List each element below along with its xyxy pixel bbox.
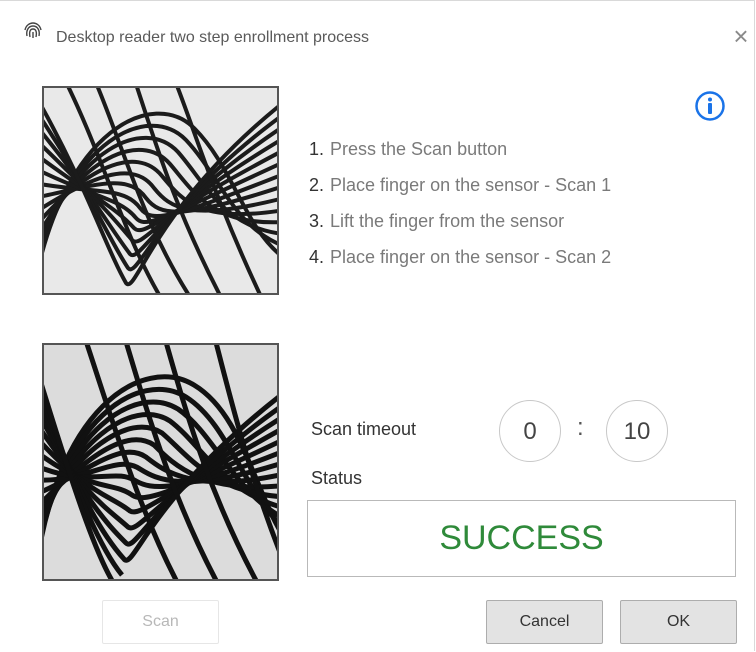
title-bar: Desktop reader two step enrollment proce… — [0, 1, 754, 61]
cancel-button[interactable]: Cancel — [486, 600, 603, 644]
window-title: Desktop reader two step enrollment proce… — [56, 29, 370, 46]
fingerprint-scan-1 — [42, 86, 279, 295]
timeout-minutes: 0 — [499, 400, 561, 462]
instruction-step: 3. Lift the finger from the sensor — [309, 211, 565, 231]
instruction-step: 2. Place finger on the sensor - Scan 1 — [309, 175, 612, 195]
close-icon[interactable]: × — [731, 23, 751, 49]
status-label: Status — [311, 468, 363, 488]
instruction-step: 4. Place finger on the sensor - Scan 2 — [309, 247, 612, 267]
timeout-separator: : — [577, 414, 584, 441]
status-display: SUCCESS — [307, 500, 736, 577]
enrollment-dialog: Desktop reader two step enrollment proce… — [0, 0, 755, 651]
scan-button[interactable]: Scan — [102, 600, 219, 644]
timeout-seconds: 10 — [606, 400, 668, 462]
fingerprint-icon — [24, 22, 42, 38]
instruction-list: 1. Press the Scan button 2. Place finger o… — [309, 137, 611, 281]
ok-button[interactable]: OK — [620, 600, 737, 644]
info-icon[interactable] — [694, 90, 726, 122]
instruction-step: 1. Press the Scan button — [309, 139, 508, 159]
fingerprint-scan-2 — [42, 343, 279, 581]
scan-timeout-label: Scan timeout — [311, 419, 417, 439]
